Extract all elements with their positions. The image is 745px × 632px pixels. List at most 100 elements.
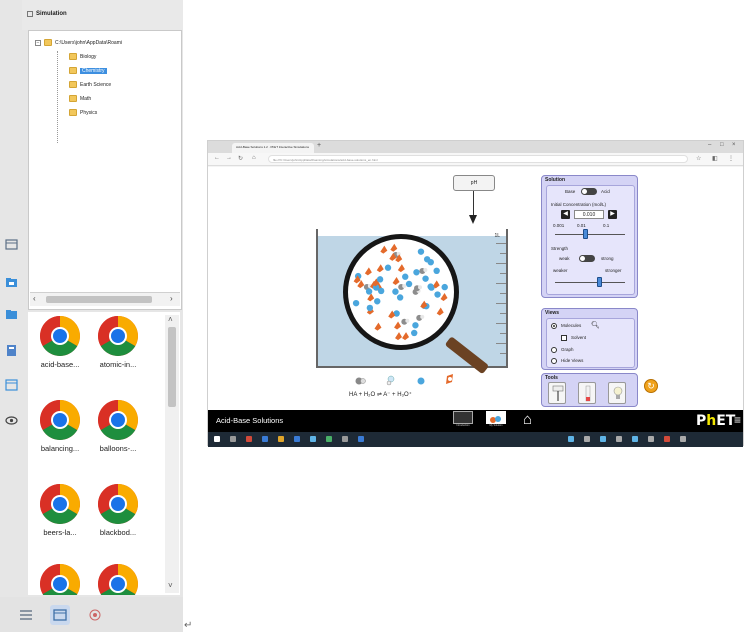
h3o-ion [440, 292, 448, 301]
collapse-toggle[interactable]: − [35, 39, 41, 46]
start-icon[interactable] [214, 436, 220, 442]
tree-item-chemistry[interactable]: Chemistry [67, 67, 109, 74]
minimize-icon[interactable]: – [708, 142, 711, 148]
maximize-icon[interactable]: □ [720, 142, 724, 148]
file-item[interactable] [88, 562, 148, 595]
strength-slider-track[interactable] [555, 282, 625, 283]
file-item[interactable]: balancing... [30, 398, 90, 478]
browser-window: Acid-Base Solutions 1.2 · PhET Interacti… [207, 140, 744, 447]
tray-icon[interactable] [680, 436, 686, 442]
tray-icon[interactable] [568, 436, 574, 442]
scroll-up-icon[interactable]: ˄ [168, 315, 173, 324]
radio-graph[interactable] [551, 347, 557, 353]
tray-icon[interactable] [664, 436, 670, 442]
screen-my-solution-button[interactable]: My Solution [486, 411, 506, 431]
taskbar-app-icon[interactable] [358, 436, 364, 442]
tray-icon[interactable] [584, 436, 590, 442]
h3o-ion [394, 321, 402, 330]
vertical-scrollbar[interactable]: ˄ ˅ [165, 315, 179, 593]
tools-panel: Tools [541, 373, 638, 407]
eye-icon[interactable] [5, 414, 18, 427]
taskbar-app-icon[interactable] [294, 436, 300, 442]
new-tab-icon[interactable]: + [317, 142, 321, 149]
file-label: acid-base... [40, 360, 80, 369]
probe-tip[interactable] [469, 215, 477, 224]
horizontal-scrollbar[interactable]: ‹ › [30, 292, 180, 306]
ph-meter-tool[interactable] [548, 382, 566, 404]
address-bar[interactable]: file:///C:/Users/john/AppData/Roaming/si… [268, 155, 688, 163]
scrollbar-thumb[interactable] [46, 296, 152, 303]
panel-title: Tools [545, 375, 558, 381]
grid-icon[interactable] [5, 238, 18, 251]
tree-item-earth-science[interactable]: Earth Science [67, 81, 113, 88]
scroll-right-icon[interactable]: › [170, 294, 173, 303]
concentration-value[interactable]: 0.010 [574, 210, 604, 219]
taskbar-app-icon[interactable] [278, 436, 284, 442]
scroll-left-icon[interactable]: ‹ [33, 294, 36, 303]
file-item[interactable]: balloons-... [88, 398, 148, 478]
forward-icon[interactable]: → [226, 155, 232, 161]
window-icon[interactable] [50, 605, 70, 625]
conductivity-tool[interactable] [608, 382, 626, 404]
phet-logo[interactable]: PhET [696, 413, 735, 429]
taskbar-app-icon[interactable] [246, 436, 252, 442]
reset-all-button[interactable]: ↻ [644, 379, 658, 393]
ph-meter[interactable]: pH [453, 175, 495, 191]
tree-item-biology[interactable]: Biology [67, 53, 98, 60]
tray-icon[interactable] [648, 436, 654, 442]
ph-paper-tool[interactable] [578, 382, 596, 404]
strength-slider-thumb[interactable] [597, 277, 602, 287]
calendar-icon[interactable] [5, 378, 18, 391]
extensions-icon[interactable]: ◧ [712, 155, 718, 162]
file-item[interactable] [30, 562, 90, 595]
screen-introduction-button[interactable]: Introduction [453, 411, 473, 431]
home-icon[interactable]: ⌂ [523, 412, 532, 428]
tray-icon[interactable] [600, 436, 606, 442]
tree-item-math[interactable]: Math [67, 95, 93, 102]
close-circle-icon[interactable] [85, 605, 105, 625]
taskbar-app-icon[interactable] [262, 436, 268, 442]
taskbar-app-icon[interactable] [326, 436, 332, 442]
folder-icon[interactable] [5, 308, 18, 321]
resize-grip-icon[interactable]: ↵ [184, 620, 192, 631]
radio-molecules[interactable] [551, 323, 557, 329]
back-icon[interactable]: ← [214, 155, 220, 161]
file-item[interactable]: atomic-in... [88, 314, 148, 394]
concentration-slider-track[interactable] [555, 234, 625, 235]
menu-dots-icon[interactable]: ⋮ [728, 155, 734, 162]
tray-icon[interactable] [616, 436, 622, 442]
bookmark-star-icon[interactable]: ☆ [696, 155, 701, 162]
scroll-down-icon[interactable]: ˅ [168, 581, 173, 590]
file-item[interactable]: acid-base... [30, 314, 90, 394]
scrollbar-thumb[interactable] [168, 327, 176, 407]
chrome-icon [38, 562, 82, 595]
close-icon[interactable]: × [732, 142, 736, 148]
decrease-button[interactable]: ◀ [561, 210, 570, 219]
concentration-label: Initial Concentration (mol/L) [551, 202, 607, 207]
tray-icon[interactable] [632, 436, 638, 442]
a-ion [427, 283, 434, 290]
folder-icon [69, 95, 77, 102]
taskbar-app-icon[interactable] [310, 436, 316, 442]
h3o-ion [395, 332, 403, 341]
taskbar-app-icon[interactable] [230, 436, 236, 442]
hamburger-menu-icon[interactable]: ≡ [734, 413, 741, 427]
h3o-ion-icon [446, 374, 453, 384]
tree-item-physics[interactable]: Physics [67, 109, 99, 116]
browser-tab[interactable]: Acid-Base Solutions 1.2 · PhET Interacti… [232, 143, 314, 153]
list-view-icon[interactable] [16, 605, 36, 625]
strength-toggle[interactable] [579, 255, 595, 262]
file-item[interactable]: beers-la... [30, 482, 90, 562]
reload-icon[interactable]: ↻ [238, 155, 243, 162]
folder-icon[interactable] [5, 276, 18, 289]
tree-root[interactable]: − C:\Users\john\AppData\Roami [35, 39, 122, 46]
radio-hide-views[interactable] [551, 358, 557, 364]
file-item[interactable]: blackbod... [88, 482, 148, 562]
concentration-slider-thumb[interactable] [583, 229, 588, 239]
increase-button[interactable]: ▶ [608, 210, 617, 219]
home-icon[interactable]: ⌂ [252, 155, 256, 161]
taskbar-app-icon[interactable] [342, 436, 348, 442]
acid-base-toggle[interactable] [581, 188, 597, 195]
solvent-checkbox[interactable] [561, 335, 567, 341]
book-icon[interactable] [5, 344, 18, 357]
